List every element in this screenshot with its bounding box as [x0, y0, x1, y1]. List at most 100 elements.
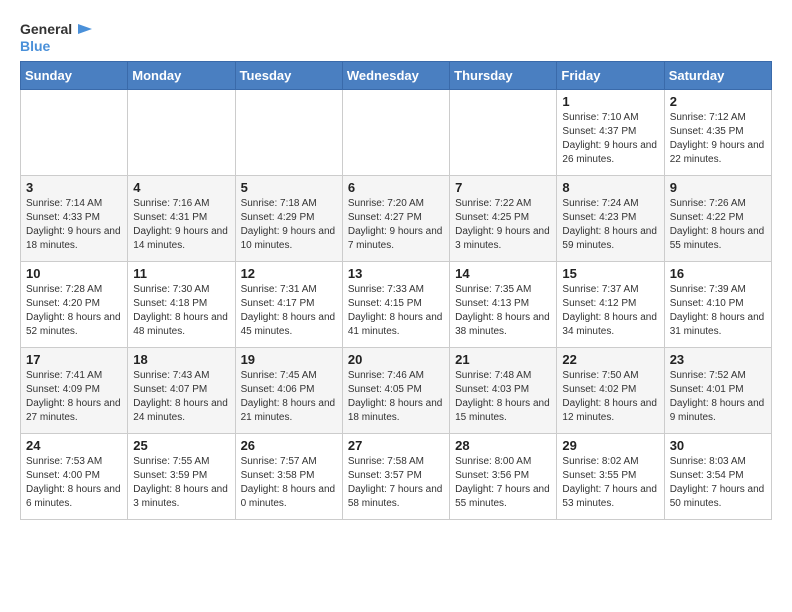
day-number: 21 [455, 352, 551, 367]
calendar-cell: 22 Sunrise: 7:50 AM Sunset: 4:02 PM Dayli… [557, 347, 664, 433]
day-number: 23 [670, 352, 766, 367]
calendar-cell: 14Sunrise: 7:35 AM Sunset: 4:13 PM Dayli… [450, 261, 557, 347]
day-info: Sunrise: 7:45 AM Sunset: 4:06 PM Dayligh… [241, 369, 337, 425]
calendar-cell: 15 Sunrise: 7:37 AM Sunset: 4:12 PM Dayli… [557, 261, 664, 347]
calendar-cell: 30Sunrise: 8:03 AM Sunset: 3:54 PM Dayli… [664, 433, 771, 519]
day-number: 24 [26, 438, 122, 453]
weekday-header: Monday [128, 61, 235, 89]
calendar-cell: 20Sunrise: 7:46 AM Sunset: 4:05 PM Dayli… [342, 347, 449, 433]
day-info: Sunrise: 7:31 AM Sunset: 4:17 PM Dayligh… [241, 283, 337, 339]
calendar-table: SundayMondayTuesdayWednesdayThursdayFrid… [20, 61, 772, 520]
calendar-cell: 3 Sunrise: 7:14 AM Sunset: 4:33 PM Daylig… [21, 175, 128, 261]
day-number: 8 [562, 180, 658, 195]
calendar-cell: 13 Sunrise: 7:33 AM Sunset: 4:15 PM Dayli… [342, 261, 449, 347]
calendar-week-row: 1 Sunrise: 7:10 AM Sunset: 4:37 PM Daylig… [21, 89, 772, 175]
logo-text-general: General [20, 21, 72, 38]
calendar-cell [235, 89, 342, 175]
calendar-cell: 10Sunrise: 7:28 AM Sunset: 4:20 PM Dayli… [21, 261, 128, 347]
day-info: Sunrise: 7:58 AM Sunset: 3:57 PM Dayligh… [348, 455, 444, 511]
day-number: 4 [133, 180, 229, 195]
calendar-week-row: 17 Sunrise: 7:41 AM Sunset: 4:09 PM Dayli… [21, 347, 772, 433]
day-info: Sunrise: 8:00 AM Sunset: 3:56 PM Dayligh… [455, 455, 551, 511]
day-number: 7 [455, 180, 551, 195]
weekday-header: Wednesday [342, 61, 449, 89]
calendar-cell: 21 Sunrise: 7:48 AM Sunset: 4:03 PM Dayli… [450, 347, 557, 433]
day-info: Sunrise: 7:50 AM Sunset: 4:02 PM Dayligh… [562, 369, 658, 425]
day-info: Sunrise: 7:14 AM Sunset: 4:33 PM Dayligh… [26, 197, 122, 253]
day-number: 22 [562, 352, 658, 367]
day-info: Sunrise: 7:24 AM Sunset: 4:23 PM Dayligh… [562, 197, 658, 253]
day-number: 10 [26, 266, 122, 281]
day-number: 15 [562, 266, 658, 281]
day-info: Sunrise: 7:22 AM Sunset: 4:25 PM Dayligh… [455, 197, 551, 253]
day-number: 20 [348, 352, 444, 367]
calendar-cell: 19Sunrise: 7:45 AM Sunset: 4:06 PM Dayli… [235, 347, 342, 433]
day-number: 27 [348, 438, 444, 453]
day-number: 3 [26, 180, 122, 195]
calendar-cell [128, 89, 235, 175]
day-number: 30 [670, 438, 766, 453]
page-header: General Blue [20, 16, 772, 55]
day-number: 17 [26, 352, 122, 367]
calendar-cell [21, 89, 128, 175]
day-info: Sunrise: 7:48 AM Sunset: 4:03 PM Dayligh… [455, 369, 551, 425]
calendar-cell: 29 Sunrise: 8:02 AM Sunset: 3:55 PM Dayli… [557, 433, 664, 519]
weekday-header: Friday [557, 61, 664, 89]
calendar-cell: 17 Sunrise: 7:41 AM Sunset: 4:09 PM Dayli… [21, 347, 128, 433]
day-number: 12 [241, 266, 337, 281]
logo-container: General Blue [20, 20, 92, 55]
weekday-header: Thursday [450, 61, 557, 89]
day-number: 26 [241, 438, 337, 453]
day-info: Sunrise: 7:43 AM Sunset: 4:07 PM Dayligh… [133, 369, 229, 425]
calendar-cell: 23 Sunrise: 7:52 AM Sunset: 4:01 PM Dayli… [664, 347, 771, 433]
calendar-cell: 9Sunrise: 7:26 AM Sunset: 4:22 PM Daylig… [664, 175, 771, 261]
calendar-cell: 27 Sunrise: 7:58 AM Sunset: 3:57 PM Dayli… [342, 433, 449, 519]
day-number: 11 [133, 266, 229, 281]
calendar-cell: 11 Sunrise: 7:30 AM Sunset: 4:18 PM Dayli… [128, 261, 235, 347]
day-info: Sunrise: 7:53 AM Sunset: 4:00 PM Dayligh… [26, 455, 122, 511]
calendar-cell: 4 Sunrise: 7:16 AM Sunset: 4:31 PM Daylig… [128, 175, 235, 261]
calendar-week-row: 10Sunrise: 7:28 AM Sunset: 4:20 PM Dayli… [21, 261, 772, 347]
calendar-cell: 8 Sunrise: 7:24 AM Sunset: 4:23 PM Daylig… [557, 175, 664, 261]
day-info: Sunrise: 7:57 AM Sunset: 3:58 PM Dayligh… [241, 455, 337, 511]
day-info: Sunrise: 7:30 AM Sunset: 4:18 PM Dayligh… [133, 283, 229, 339]
day-info: Sunrise: 7:26 AM Sunset: 4:22 PM Dayligh… [670, 197, 766, 253]
day-info: Sunrise: 7:41 AM Sunset: 4:09 PM Dayligh… [26, 369, 122, 425]
calendar-cell: 28Sunrise: 8:00 AM Sunset: 3:56 PM Dayli… [450, 433, 557, 519]
calendar-cell: 25 Sunrise: 7:55 AM Sunset: 3:59 PM Dayli… [128, 433, 235, 519]
day-info: Sunrise: 7:37 AM Sunset: 4:12 PM Dayligh… [562, 283, 658, 339]
day-number: 18 [133, 352, 229, 367]
day-number: 29 [562, 438, 658, 453]
weekday-header: Sunday [21, 61, 128, 89]
calendar-cell: 16Sunrise: 7:39 AM Sunset: 4:10 PM Dayli… [664, 261, 771, 347]
day-info: Sunrise: 7:16 AM Sunset: 4:31 PM Dayligh… [133, 197, 229, 253]
day-info: Sunrise: 7:35 AM Sunset: 4:13 PM Dayligh… [455, 283, 551, 339]
day-info: Sunrise: 7:52 AM Sunset: 4:01 PM Dayligh… [670, 369, 766, 425]
logo-arrow-icon [74, 20, 92, 38]
calendar-cell: 24 Sunrise: 7:53 AM Sunset: 4:00 PM Dayli… [21, 433, 128, 519]
calendar-cell [450, 89, 557, 175]
calendar-cell: 1 Sunrise: 7:10 AM Sunset: 4:37 PM Daylig… [557, 89, 664, 175]
day-info: Sunrise: 7:20 AM Sunset: 4:27 PM Dayligh… [348, 197, 444, 253]
logo-text-blue: Blue [20, 38, 50, 55]
calendar-cell: 6Sunrise: 7:20 AM Sunset: 4:27 PM Daylig… [342, 175, 449, 261]
calendar-cell: 18 Sunrise: 7:43 AM Sunset: 4:07 PM Dayli… [128, 347, 235, 433]
day-info: Sunrise: 7:39 AM Sunset: 4:10 PM Dayligh… [670, 283, 766, 339]
day-number: 5 [241, 180, 337, 195]
day-number: 13 [348, 266, 444, 281]
logo: General Blue [20, 20, 92, 55]
day-info: Sunrise: 7:10 AM Sunset: 4:37 PM Dayligh… [562, 111, 658, 167]
weekday-header: Tuesday [235, 61, 342, 89]
day-number: 1 [562, 94, 658, 109]
day-number: 25 [133, 438, 229, 453]
day-number: 2 [670, 94, 766, 109]
day-info: Sunrise: 7:33 AM Sunset: 4:15 PM Dayligh… [348, 283, 444, 339]
day-info: Sunrise: 7:55 AM Sunset: 3:59 PM Dayligh… [133, 455, 229, 511]
calendar-cell: 2Sunrise: 7:12 AM Sunset: 4:35 PM Daylig… [664, 89, 771, 175]
day-info: Sunrise: 7:18 AM Sunset: 4:29 PM Dayligh… [241, 197, 337, 253]
day-info: Sunrise: 8:02 AM Sunset: 3:55 PM Dayligh… [562, 455, 658, 511]
calendar-cell: 5 Sunrise: 7:18 AM Sunset: 4:29 PM Daylig… [235, 175, 342, 261]
calendar-cell: 26 Sunrise: 7:57 AM Sunset: 3:58 PM Dayli… [235, 433, 342, 519]
calendar-cell [342, 89, 449, 175]
calendar-week-row: 24 Sunrise: 7:53 AM Sunset: 4:00 PM Dayli… [21, 433, 772, 519]
